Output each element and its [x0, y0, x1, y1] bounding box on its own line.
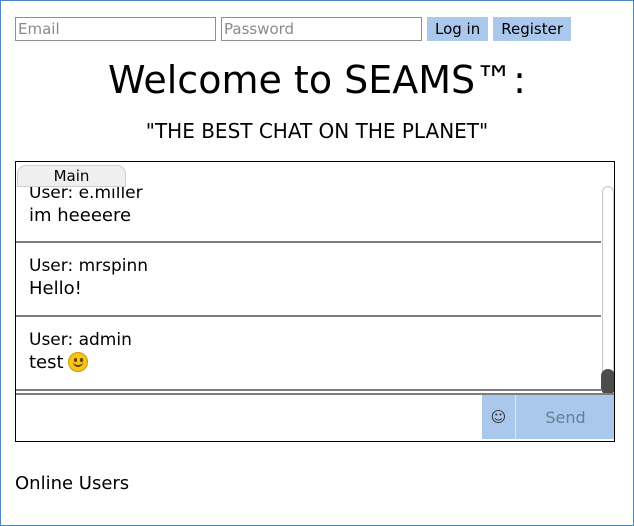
slightly-smiling-face-icon: [67, 352, 88, 372]
tab-main[interactable]: Main: [17, 165, 126, 187]
emoji-button[interactable]: ☺: [482, 395, 516, 439]
online-users-heading: Online Users: [15, 473, 130, 494]
list-item: User: mrspinn Hello!: [16, 243, 601, 317]
message-user: User: mrspinn: [29, 256, 149, 276]
list-item: User: e.miller im heeeere: [16, 182, 601, 243]
email-field[interactable]: [15, 17, 216, 41]
chat-panel: Main User: e.miller im heeeere User: mrs…: [15, 161, 615, 442]
register-button[interactable]: Register: [493, 17, 571, 41]
page-title: Welcome to SEAMS™:: [108, 58, 526, 102]
message-text-row: test: [29, 351, 601, 375]
message-text: test: [29, 352, 64, 373]
auth-bar: Log in Register: [15, 16, 571, 42]
message-user: User: admin: [29, 330, 132, 350]
login-button[interactable]: Log in: [427, 17, 489, 41]
password-field[interactable]: [221, 17, 422, 41]
scrollbar-track: [602, 186, 614, 393]
message-scrollbar[interactable]: [601, 186, 614, 395]
message-input[interactable]: [17, 397, 479, 437]
send-button[interactable]: Send: [516, 395, 614, 439]
scrollbar-thumb[interactable]: [601, 369, 614, 395]
list-item: User: admin test: [16, 317, 601, 391]
page-subtitle: "THE BEST CHAT ON THE PLANET": [145, 119, 489, 143]
message-text: Hello!: [29, 278, 82, 299]
message-text: im heeeere: [29, 205, 132, 226]
message-composer: ☺ Send: [16, 393, 614, 441]
message-list: User: e.miller im heeeere User: mrspinn …: [16, 182, 601, 393]
